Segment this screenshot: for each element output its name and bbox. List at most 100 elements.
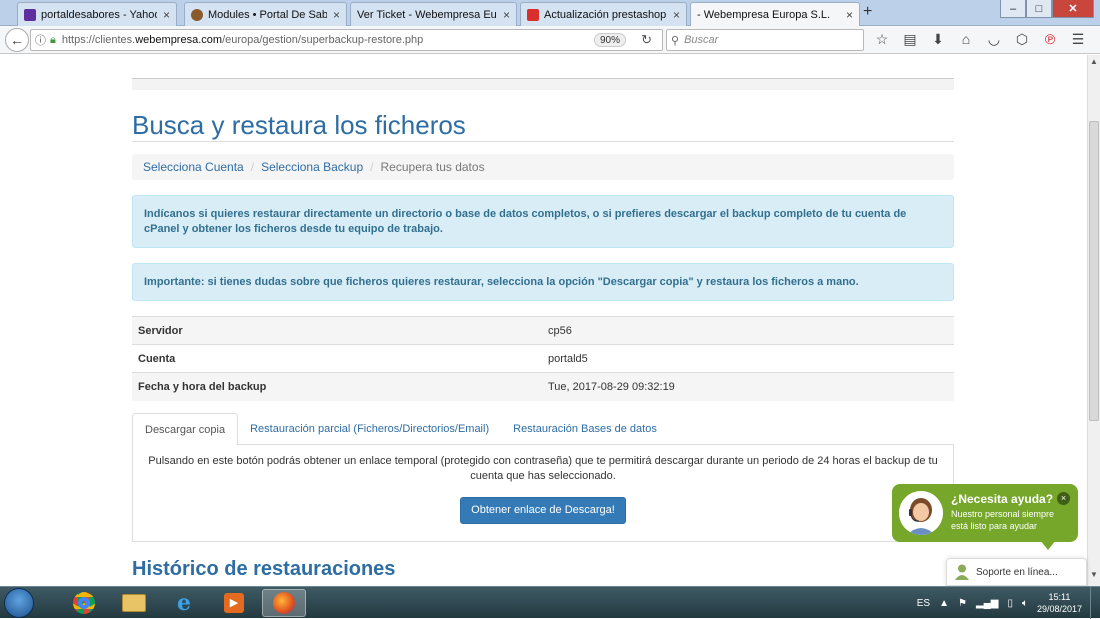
flag-icon[interactable]: ⚑ — [958, 598, 967, 609]
chat-help-widget[interactable]: ¿Necesita ayuda? × Nuestro personal siem… — [892, 484, 1078, 542]
table-row: Cuenta portald5 — [132, 344, 954, 373]
lock-icon: 🔒︎ — [50, 33, 56, 46]
clock-time: 15:11 — [1048, 592, 1071, 602]
minimize-button[interactable]: – — [1000, 0, 1026, 18]
tab-label: portaldesabores - Yahoo Mai — [41, 8, 157, 21]
browser-tab-ver-ticket[interactable]: Ver Ticket - Webempresa Europa × — [350, 2, 517, 26]
download-link-button[interactable]: Obtener enlace de Descarga! — [460, 497, 626, 524]
maximize-button[interactable]: □ — [1026, 0, 1052, 18]
info-icon[interactable]: ⓘ — [35, 32, 46, 48]
firefox-taskbar-icon[interactable] — [262, 589, 306, 617]
chat-text: Nuestro personal siempre está listo para… — [951, 509, 1055, 531]
breadcrumb-selecciona-cuenta[interactable]: Selecciona Cuenta — [143, 160, 244, 174]
chat-bubble-tail — [1040, 540, 1056, 550]
page-title: Busca y restaura los ficheros — [132, 110, 466, 140]
search-placeholder: Buscar — [684, 34, 719, 46]
yahoo-mail-icon — [24, 8, 36, 21]
search-input[interactable]: ⚲ Buscar — [666, 29, 864, 51]
internet-explorer-taskbar-icon[interactable]: e — [162, 589, 206, 617]
wa-icon — [527, 8, 539, 21]
tab-panel-text: Pulsando en este botón podrás obtener un… — [148, 455, 938, 482]
new-tab-button[interactable]: + — [863, 3, 872, 21]
tab-descargar-copia[interactable]: Descargar copia — [132, 413, 239, 446]
breadcrumb-current: Recupera tus datos — [380, 160, 485, 174]
table-row: Servidor cp56 — [132, 316, 954, 345]
scrollbar-thumb[interactable] — [1089, 121, 1099, 421]
page-scrollbar[interactable]: ▲ ▼ — [1087, 55, 1100, 586]
important-alert-text: Importante: si tienes dudas sobre que fi… — [144, 275, 859, 288]
show-desktop-button[interactable] — [1090, 587, 1100, 619]
zoom-indicator[interactable]: 90% — [593, 33, 626, 47]
close-tab-icon[interactable]: × — [503, 8, 510, 22]
scroll-down-icon[interactable]: ▼ — [1088, 570, 1100, 584]
backup-info-table: Servidor cp56 Cuenta portald5 Fecha y ho… — [132, 316, 954, 401]
search-icon: ⚲ — [671, 34, 680, 47]
important-alert: Importante: si tienes dudas sobre que fi… — [132, 263, 954, 301]
online-support-button[interactable]: Soporte en línea... — [946, 558, 1087, 586]
file-explorer-taskbar-icon[interactable] — [112, 589, 156, 617]
clock-date: 29/08/2017 — [1036, 604, 1082, 614]
breadcrumb-separator: / — [370, 160, 374, 174]
row-label: Cuenta — [132, 344, 542, 373]
menu-icon[interactable]: ☰ — [1064, 31, 1092, 48]
pinterest-icon[interactable]: ℗ — [1036, 31, 1064, 48]
title-divider — [132, 141, 954, 142]
battery-icon[interactable]: ▯ — [1007, 598, 1013, 609]
row-value: portald5 — [542, 344, 954, 373]
close-tab-icon[interactable]: × — [846, 8, 853, 22]
info-alert-text: Indícanos si quieres restaurar directame… — [144, 207, 907, 235]
language-indicator[interactable]: ES — [917, 598, 930, 609]
system-tray: ES ▲ ⚑ ▂▄▆ ▯ 🔈︎ 15:11 29/08/2017 — [917, 587, 1100, 619]
row-value: Tue, 2017-08-29 09:32:19 — [542, 372, 954, 401]
pocket-icon[interactable]: ◡ — [980, 31, 1008, 48]
tab-label: - Webempresa Europa S.L. — [697, 9, 831, 21]
toolbar-icons: ☆ ▤ ⬇ ⌂ ◡ ⬡ ℗ ☰ — [868, 31, 1092, 48]
support-label: Soporte en línea... — [976, 566, 1058, 578]
close-tab-icon[interactable]: × — [673, 8, 680, 22]
tab-label: Ver Ticket - Webempresa Europa — [357, 8, 497, 21]
header-divider — [132, 78, 954, 90]
browser-tab-strip: portaldesabores - Yahoo Mai × Modules • … — [0, 0, 1100, 27]
tab-panel-descargar: Pulsando en este botón podrás obtener un… — [132, 445, 954, 542]
url-bar[interactable]: ⓘ 🔒︎ https://clientes.webempresa.com/eur… — [30, 29, 663, 51]
reading-list-icon[interactable]: ▤ — [896, 31, 924, 48]
browser-tab-webempresa[interactable]: - Webempresa Europa S.L. × — [690, 2, 860, 27]
download-icon[interactable]: ⬇ — [924, 31, 952, 48]
info-alert: Indícanos si quieres restaurar directame… — [132, 195, 954, 248]
windows-taskbar: e ▶ ES ▲ ⚑ ▂▄▆ ▯ 🔈︎ 15:11 29/08/2017 — [0, 586, 1100, 619]
close-tab-icon[interactable]: × — [333, 8, 340, 22]
home-icon[interactable]: ⌂ — [952, 31, 980, 48]
chrome-taskbar-icon[interactable] — [62, 589, 106, 617]
tab-label: Modules • Portal De Sabores — [208, 8, 327, 21]
user-icon — [955, 564, 969, 580]
scroll-up-icon[interactable]: ▲ — [1088, 57, 1100, 71]
window-controls: – □ ✕ — [1000, 0, 1094, 18]
chat-title: ¿Necesita ayuda? — [951, 492, 1054, 506]
close-window-button[interactable]: ✕ — [1052, 0, 1094, 18]
section-title-historico: Histórico de restauraciones — [132, 558, 396, 580]
support-agent-avatar — [899, 491, 943, 535]
browser-tab-yahoo[interactable]: portaldesabores - Yahoo Mai × — [17, 2, 177, 26]
media-player-taskbar-icon[interactable]: ▶ — [212, 589, 256, 617]
url-text: https://clientes.webempresa.com/europa/g… — [61, 34, 424, 46]
bookmark-star-icon[interactable]: ☆ — [868, 31, 896, 48]
extension-icon[interactable]: ⬡ — [1008, 31, 1036, 48]
start-button[interactable] — [4, 588, 34, 618]
clock[interactable]: 15:11 29/08/2017 — [1037, 591, 1082, 615]
reload-icon[interactable]: ↻ — [641, 32, 652, 48]
breadcrumb-separator: / — [250, 160, 255, 174]
tab-restauracion-parcial[interactable]: Restauración parcial (Ficheros/Directori… — [238, 413, 501, 445]
navigation-bar: ← ⓘ 🔒︎ https://clientes.webempresa.com/e… — [0, 26, 1100, 54]
chat-close-icon[interactable]: × — [1057, 492, 1070, 505]
volume-icon[interactable]: 🔈︎ — [1022, 598, 1028, 609]
browser-tab-actualizacion[interactable]: Actualización prestashop 1.6 × — [520, 2, 687, 26]
tray-expand-icon[interactable]: ▲ — [939, 598, 949, 609]
tab-restauracion-bases-datos[interactable]: Restauración Bases de datos — [501, 413, 669, 445]
breadcrumb: Selecciona Cuenta / Selecciona Backup / … — [132, 154, 954, 180]
network-icon[interactable]: ▂▄▆ — [976, 598, 998, 609]
close-tab-icon[interactable]: × — [163, 8, 170, 22]
breadcrumb-selecciona-backup[interactable]: Selecciona Backup — [261, 160, 363, 174]
row-label: Servidor — [132, 316, 542, 345]
back-button[interactable]: ← — [5, 28, 29, 52]
browser-tab-modules[interactable]: Modules • Portal De Sabores × — [184, 2, 347, 26]
